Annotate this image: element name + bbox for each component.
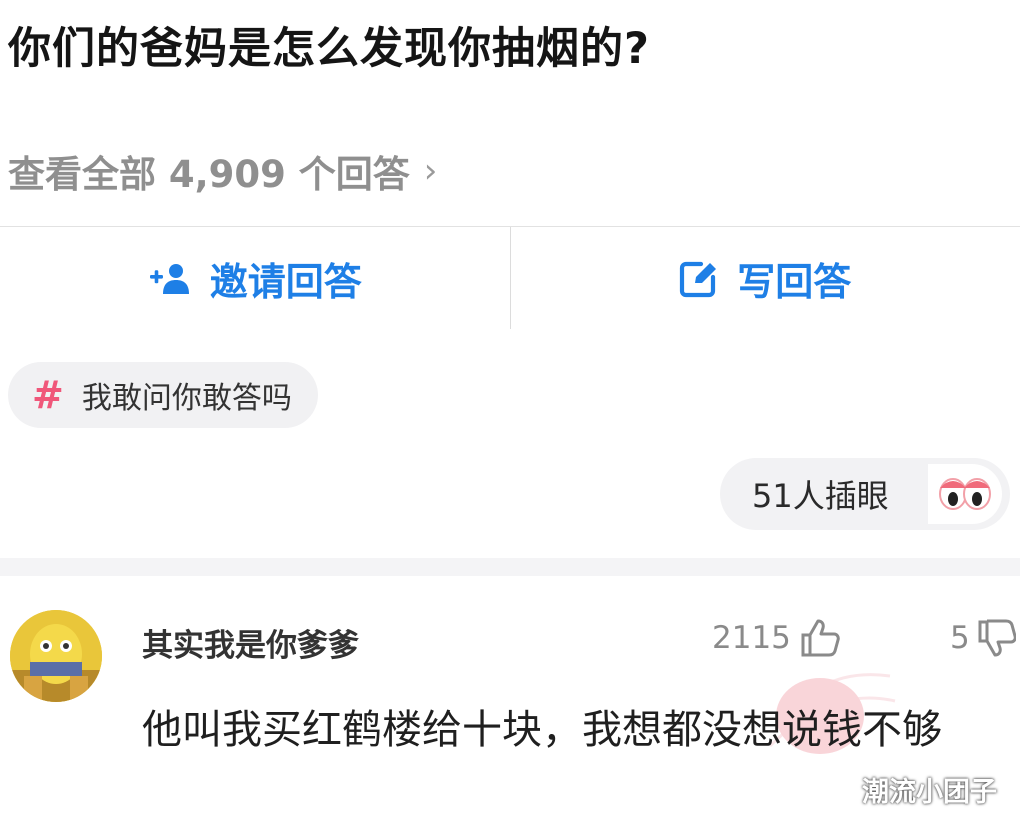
like-button[interactable]: 2115 (712, 618, 841, 658)
topic-tag[interactable]: # 我敢问你敢答吗 (8, 362, 318, 428)
invite-answer-label: 邀请回答 (209, 260, 362, 304)
thumbs-up-icon (801, 619, 840, 657)
chevron-right-icon: › (423, 151, 438, 191)
view-all-answers-label: 查看全部 4,909 个回答 (8, 153, 410, 196)
comment-text: 他叫我买红鹤楼给十块，我想都没想说钱不够 (142, 707, 942, 753)
avatar[interactable] (10, 610, 102, 702)
add-person-icon (149, 263, 189, 294)
view-all-answers-link[interactable]: 查看全部 4,909 个回答 › (8, 144, 437, 198)
section-separator (0, 558, 1020, 576)
edit-icon (680, 261, 717, 297)
watermark: 潮流小团子 (862, 777, 997, 808)
thumbs-down-icon (978, 619, 1016, 657)
write-answer-label: 写回答 (737, 260, 852, 304)
watchers-button[interactable]: 51人插眼 (720, 458, 1010, 530)
like-count: 2115 (712, 620, 791, 656)
watchers-count: 51人插眼 (752, 477, 889, 515)
eyes-icon (928, 464, 1002, 524)
write-answer-button[interactable]: 写回答 (511, 227, 1020, 330)
question-card: 你们的爸妈是怎么发现你抽烟的? 查看全部 4,909 个回答 › 邀请回答 写回… (0, 0, 1020, 560)
topic-label: 我敢问你敢答吗 (81, 381, 292, 416)
question-title[interactable]: 你们的爸妈是怎么发现你抽烟的? (8, 14, 650, 76)
dislike-count: 5 (950, 620, 970, 656)
dislike-button[interactable]: 5 (950, 618, 1016, 658)
answer-action-bar: 邀请回答 写回答 (0, 226, 1020, 330)
invite-answer-button[interactable]: 邀请回答 (0, 227, 510, 330)
comment-username[interactable]: 其实我是你爹爹 (142, 620, 359, 665)
hashtag-icon: # (32, 373, 64, 417)
